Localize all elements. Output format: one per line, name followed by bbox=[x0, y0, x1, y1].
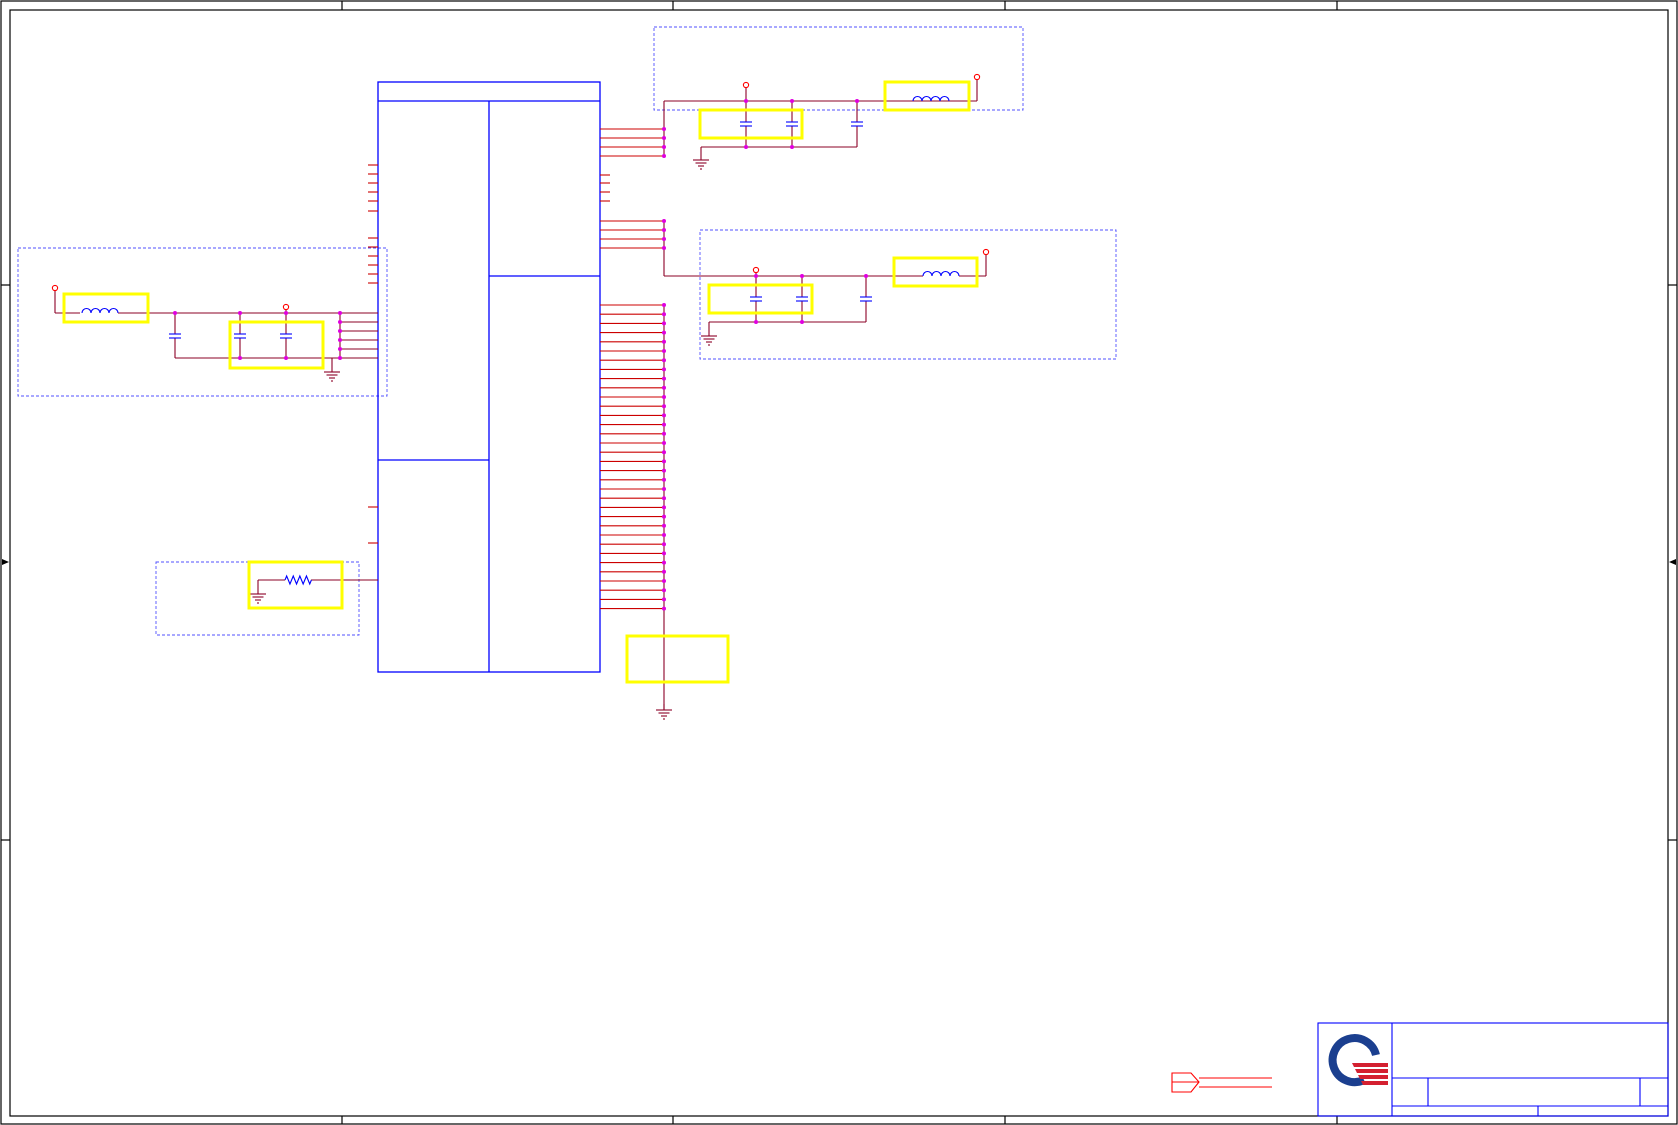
junction-dot bbox=[754, 274, 758, 278]
junction-dot bbox=[662, 477, 666, 482]
junction-dot bbox=[338, 356, 342, 360]
junction-dot bbox=[662, 487, 666, 491]
junction-dot bbox=[744, 145, 748, 149]
junction-dot bbox=[790, 99, 794, 103]
junction-dot bbox=[662, 542, 666, 547]
junction-dot bbox=[662, 237, 666, 241]
junction-dot bbox=[662, 145, 666, 149]
junction-dot bbox=[662, 136, 666, 140]
junction-dot bbox=[662, 385, 666, 390]
junction-dot bbox=[662, 219, 666, 223]
junction-dot bbox=[662, 468, 666, 473]
junction-dot bbox=[662, 154, 666, 158]
junction-dot bbox=[662, 339, 666, 344]
junction-dot bbox=[662, 367, 666, 372]
junction-dot bbox=[662, 533, 666, 537]
junction-dot bbox=[662, 431, 666, 436]
junction-dot bbox=[662, 413, 666, 418]
junction-dot bbox=[662, 330, 666, 335]
junction-dot bbox=[662, 376, 666, 381]
junction-dot bbox=[284, 311, 288, 315]
junction-dot bbox=[662, 349, 666, 353]
junction-dot bbox=[238, 311, 242, 315]
junction-dot bbox=[662, 450, 666, 455]
junction-dot bbox=[338, 320, 342, 324]
logo-stripe bbox=[1355, 1069, 1388, 1073]
junction-dot bbox=[662, 228, 666, 232]
junction-dot bbox=[744, 99, 748, 103]
junction-dot bbox=[662, 606, 666, 611]
junction-dot bbox=[662, 459, 666, 464]
junction-dot bbox=[800, 274, 804, 278]
junction-dot bbox=[662, 560, 666, 565]
junction-dot bbox=[662, 127, 666, 131]
junction-dot bbox=[662, 246, 666, 250]
junction-dot bbox=[864, 274, 868, 278]
junction-dot bbox=[800, 320, 804, 324]
junction-dot bbox=[662, 312, 666, 317]
junction-dot bbox=[662, 303, 666, 307]
junction-dot bbox=[338, 311, 342, 315]
junction-dot bbox=[338, 329, 342, 333]
schematic-sheet bbox=[0, 0, 1678, 1125]
junction-dot bbox=[338, 347, 342, 351]
junction-dot bbox=[662, 597, 666, 602]
junction-dot bbox=[662, 441, 666, 445]
logo-stripe bbox=[1352, 1063, 1388, 1067]
logo-stripe bbox=[1361, 1081, 1388, 1085]
junction-dot bbox=[662, 395, 666, 399]
junction-dot bbox=[662, 569, 666, 574]
junction-dot bbox=[662, 358, 666, 363]
junction-dot bbox=[662, 321, 666, 326]
junction-dot bbox=[662, 505, 666, 510]
junction-dot bbox=[338, 338, 342, 342]
junction-dot bbox=[790, 145, 794, 149]
junction-dot bbox=[238, 356, 242, 360]
logo-stripe bbox=[1358, 1075, 1388, 1079]
junction-dot bbox=[662, 422, 666, 427]
junction-dot bbox=[662, 579, 666, 583]
junction-dot bbox=[173, 311, 177, 315]
junction-dot bbox=[662, 523, 666, 528]
junction-dot bbox=[754, 320, 758, 324]
junction-dot bbox=[662, 588, 666, 593]
junction-dot bbox=[662, 514, 666, 519]
junction-dot bbox=[855, 99, 859, 103]
junction-dot bbox=[662, 404, 666, 409]
junction-dot bbox=[662, 551, 666, 556]
junction-dot bbox=[284, 356, 288, 360]
junction-dot bbox=[662, 496, 666, 501]
